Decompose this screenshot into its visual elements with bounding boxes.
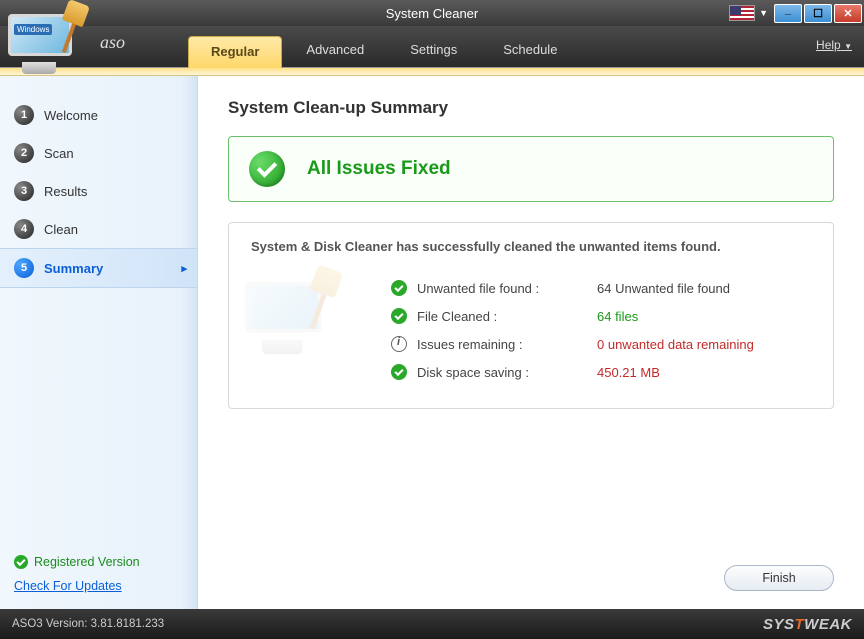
details-title: System & Disk Cleaner has successfully c… bbox=[251, 239, 811, 254]
brand-label: aso bbox=[100, 32, 125, 53]
sidebar-step-label: Clean bbox=[44, 222, 78, 237]
page-title: System Clean-up Summary bbox=[228, 98, 834, 118]
titlebar: System Cleaner ▼ _ ☐ ✕ bbox=[0, 0, 864, 26]
watermark-logo-icon bbox=[251, 282, 371, 382]
check-icon bbox=[14, 555, 28, 569]
success-text: All Issues Fixed bbox=[307, 158, 451, 180]
app-logo-icon: Windows bbox=[6, 8, 90, 78]
tab-advanced[interactable]: Advanced bbox=[284, 35, 386, 67]
sidebar-step-clean[interactable]: 4Clean bbox=[0, 210, 197, 248]
registered-status: Registered Version bbox=[14, 555, 183, 569]
details-box: System & Disk Cleaner has successfully c… bbox=[228, 222, 834, 409]
tab-bar: Windows aso Regular Advanced Settings Sc… bbox=[0, 26, 864, 68]
sidebar-step-label: Summary bbox=[44, 261, 103, 276]
sidebar-step-results[interactable]: 3Results bbox=[0, 172, 197, 210]
stat-row-cleaned: File Cleaned : 64 files bbox=[391, 302, 811, 330]
sidebar-step-summary[interactable]: 5Summary bbox=[0, 248, 197, 288]
minimize-button[interactable]: _ bbox=[774, 4, 802, 23]
sidebar-step-welcome[interactable]: 1Welcome bbox=[0, 96, 197, 134]
help-link[interactable]: Help ▼ bbox=[816, 38, 852, 52]
sidebar-step-label: Scan bbox=[44, 146, 74, 161]
language-flag-icon[interactable] bbox=[729, 5, 755, 21]
tab-settings[interactable]: Settings bbox=[388, 35, 479, 67]
window-title: System Cleaner bbox=[386, 6, 478, 21]
accent-strip bbox=[0, 68, 864, 76]
sidebar-step-scan[interactable]: 2Scan bbox=[0, 134, 197, 172]
tab-schedule[interactable]: Schedule bbox=[481, 35, 579, 67]
info-icon bbox=[391, 336, 407, 352]
stat-row-remaining: Issues remaining : 0 unwanted data remai… bbox=[391, 330, 811, 358]
check-icon bbox=[391, 364, 407, 380]
sidebar-step-label: Welcome bbox=[44, 108, 98, 123]
language-dropdown-icon[interactable]: ▼ bbox=[759, 8, 768, 18]
check-icon bbox=[391, 280, 407, 296]
version-label: ASO3 Version: 3.81.8181.233 bbox=[12, 618, 164, 630]
success-check-icon bbox=[249, 151, 285, 187]
stat-row-found: Unwanted file found : 64 Unwanted file f… bbox=[391, 274, 811, 302]
chevron-down-icon: ▼ bbox=[844, 42, 852, 51]
main-panel: System Clean-up Summary All Issues Fixed… bbox=[198, 76, 864, 609]
vendor-logo: SYSTWEAK bbox=[763, 616, 852, 633]
check-icon bbox=[391, 308, 407, 324]
status-bar: ASO3 Version: 3.81.8181.233 SYSTWEAK bbox=[0, 609, 864, 639]
success-banner: All Issues Fixed bbox=[228, 136, 834, 202]
close-button[interactable]: ✕ bbox=[834, 4, 862, 23]
stat-row-disk: Disk space saving : 450.21 MB bbox=[391, 358, 811, 386]
stats-list: Unwanted file found : 64 Unwanted file f… bbox=[391, 274, 811, 386]
check-updates-link[interactable]: Check For Updates bbox=[14, 579, 183, 593]
maximize-button[interactable]: ☐ bbox=[804, 4, 832, 23]
sidebar-step-label: Results bbox=[44, 184, 87, 199]
finish-button[interactable]: Finish bbox=[724, 565, 834, 591]
tab-regular[interactable]: Regular bbox=[188, 36, 282, 68]
sidebar: 1Welcome 2Scan 3Results 4Clean 5Summary … bbox=[0, 76, 198, 609]
